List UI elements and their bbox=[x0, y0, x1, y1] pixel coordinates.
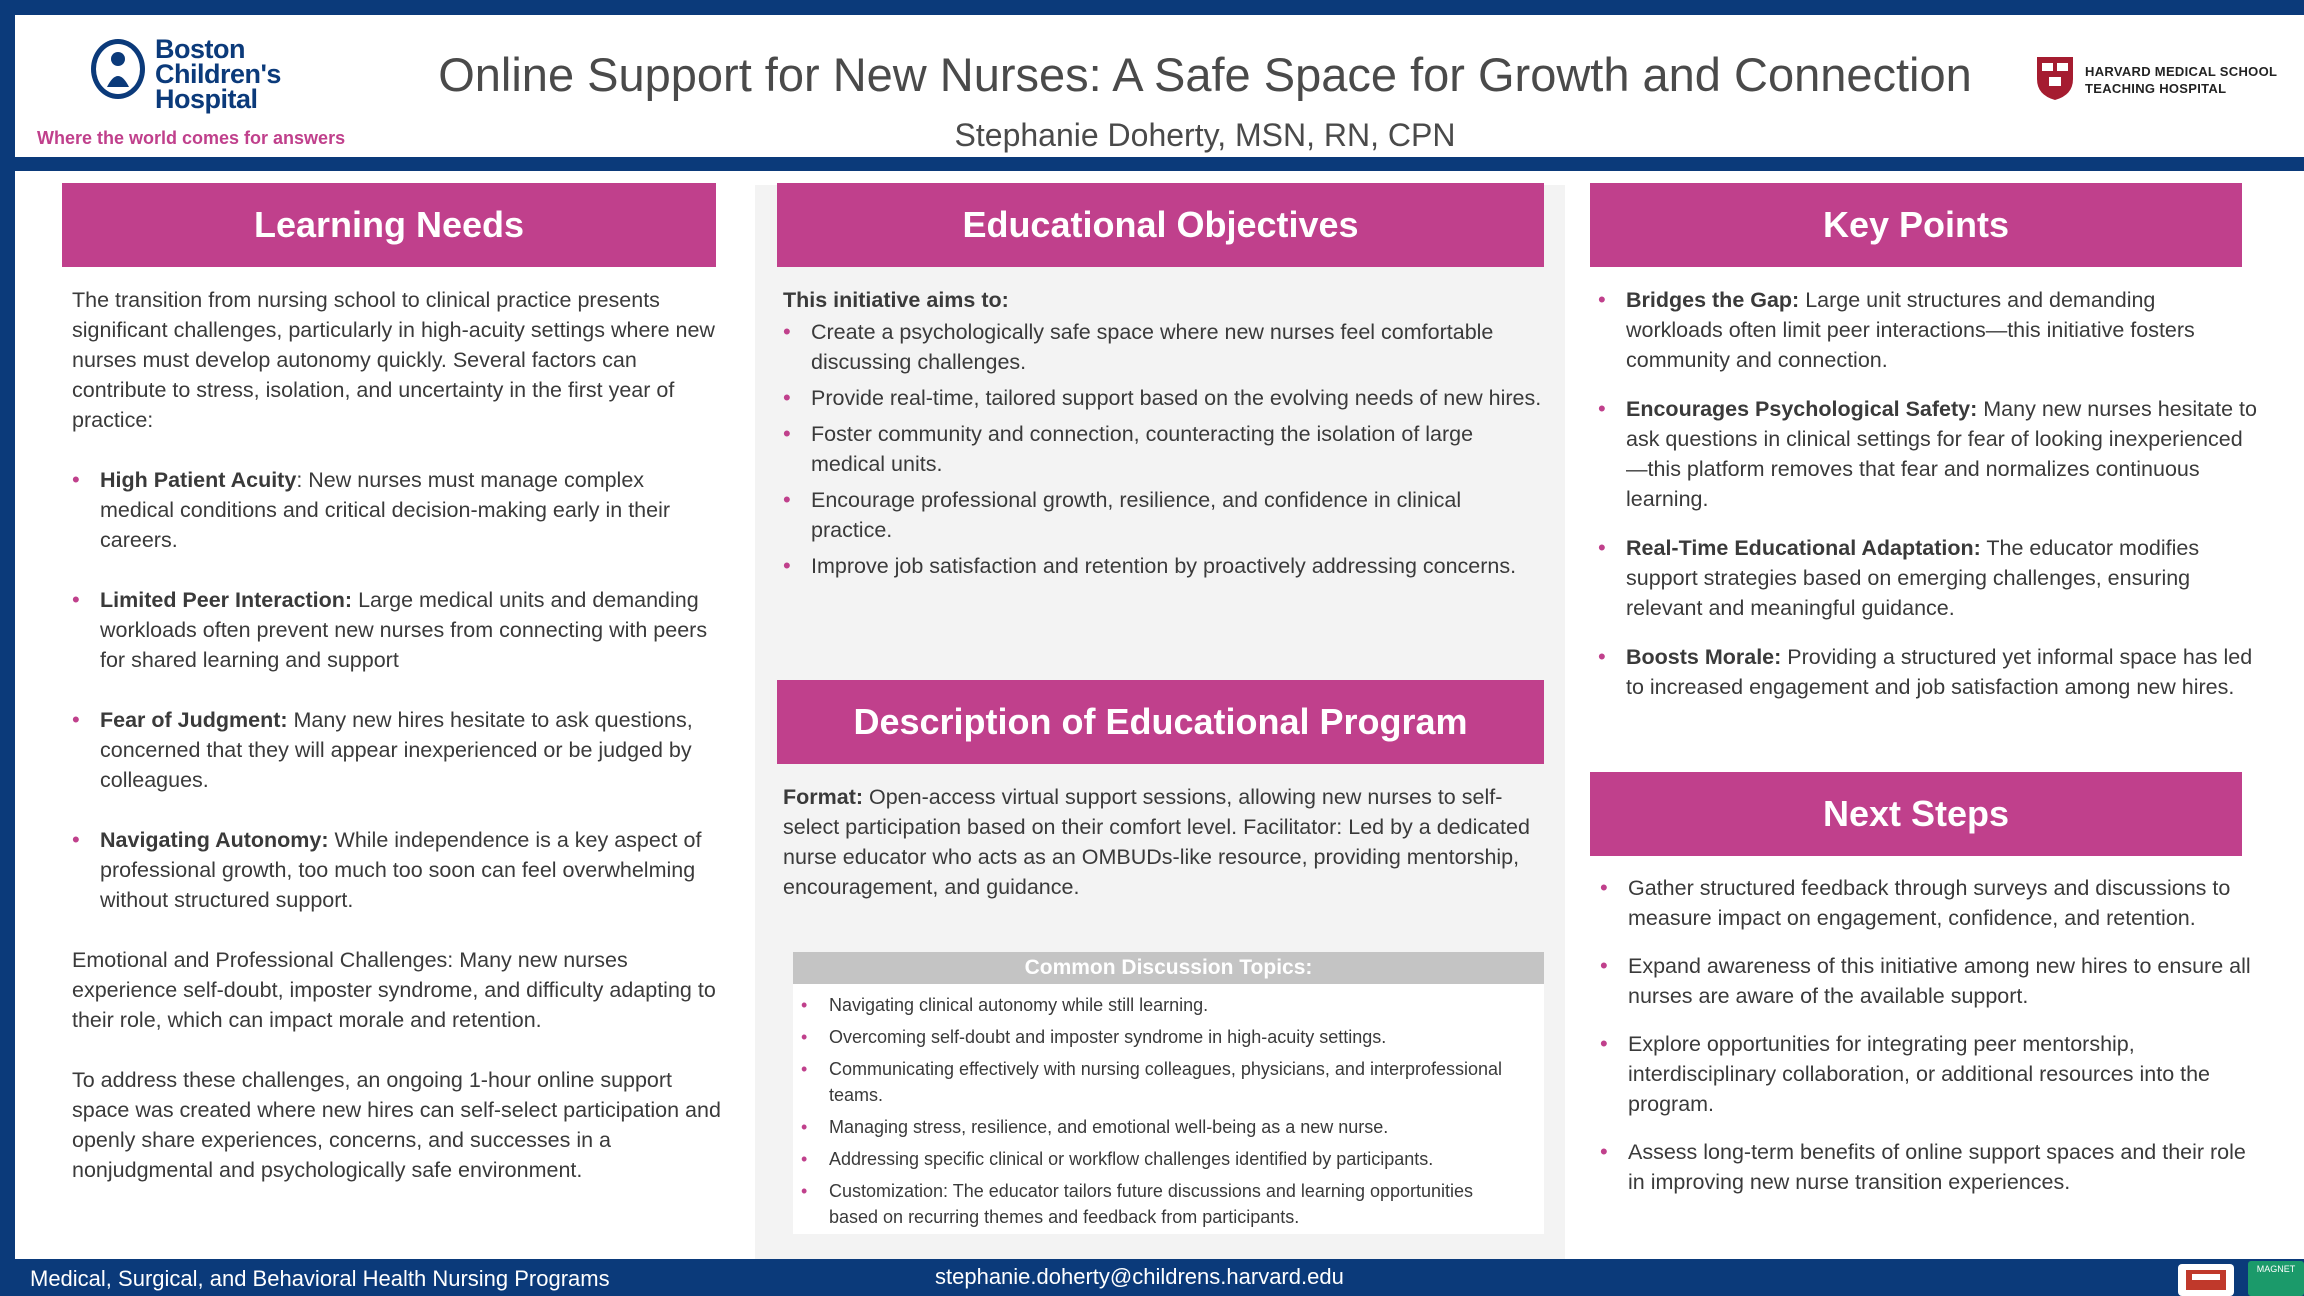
item-label: Navigating Autonomy: bbox=[100, 828, 329, 852]
program-heading: Description of Educational Program bbox=[777, 680, 1544, 764]
learning-needs-intro: The transition from nursing school to cl… bbox=[72, 288, 715, 432]
next-steps-body: Gather structured feedback through surve… bbox=[1600, 873, 2260, 1215]
poster-author: Stephanie Doherty, MSN, RN, CPN bbox=[954, 117, 1456, 153]
shield-icon bbox=[2037, 57, 2073, 100]
hms-line: HARVARD MEDICAL SCHOOL bbox=[2085, 64, 2278, 79]
topics-panel: Navigating clinical autonomy while still… bbox=[793, 984, 1544, 1234]
key-points-body: Bridges the Gap: Large unit structures a… bbox=[1598, 285, 2258, 721]
learning-needs-para2: Emotional and Professional Challenges: M… bbox=[72, 948, 716, 1032]
item-label: Boosts Morale: bbox=[1626, 645, 1782, 669]
list-item: Navigating clinical autonomy while still… bbox=[801, 992, 1524, 1018]
list-item: Encourage professional growth, resilienc… bbox=[783, 485, 1543, 545]
list-item: Managing stress, resilience, and emotion… bbox=[801, 1114, 1524, 1140]
format-text: Open-access virtual support sessions, al… bbox=[783, 785, 1530, 899]
hms-line: TEACHING HOSPITAL bbox=[2085, 81, 2227, 96]
list-item: Real-Time Educational Adaptation: The ed… bbox=[1598, 533, 2258, 623]
list-item: Provide real-time, tailored support base… bbox=[783, 383, 1543, 413]
objectives-list: Create a psychologically safe space wher… bbox=[783, 317, 1543, 581]
award-badge-icon bbox=[2178, 1264, 2234, 1296]
list-item: Create a psychologically safe space wher… bbox=[783, 317, 1543, 377]
learning-needs-body: The transition from nursing school to cl… bbox=[72, 285, 722, 1215]
footer-department: Medical, Surgical, and Behavioral Health… bbox=[30, 1266, 610, 1291]
list-item: Explore opportunities for integrating pe… bbox=[1600, 1029, 2260, 1119]
award-shape bbox=[2186, 1270, 2226, 1290]
item-label: High Patient Acuity bbox=[100, 468, 297, 492]
header: Boston Children's Hospital Where the wor… bbox=[15, 15, 2304, 155]
list-item: Foster community and connection, counter… bbox=[783, 419, 1543, 479]
harvard-medical-school-logo: HARVARD MEDICAL SCHOOL TEACHING HOSPITAL bbox=[2035, 55, 2295, 115]
learning-needs-heading: Learning Needs bbox=[62, 183, 716, 267]
footer: Medical, Surgical, and Behavioral Health… bbox=[0, 1259, 2304, 1296]
objectives-body: This initiative aims to: Create a psycho… bbox=[783, 285, 1543, 587]
topics-heading: Common Discussion Topics: bbox=[793, 952, 1544, 984]
magnet-badge-text: MAGNET bbox=[2256, 1264, 2296, 1274]
list-item: Fear of Judgment: Many new hires hesitat… bbox=[72, 705, 722, 795]
poster: Boston Children's Hospital Where the wor… bbox=[15, 15, 2304, 1275]
list-item: Assess long-term benefits of online supp… bbox=[1600, 1137, 2260, 1197]
header-divider bbox=[15, 157, 2304, 171]
list-item: Communicating effectively with nursing c… bbox=[801, 1056, 1524, 1108]
poster-title: Online Support for New Nurses: A Safe Sp… bbox=[438, 48, 1972, 101]
hms-text: HARVARD MEDICAL SCHOOL TEACHING HOSPITAL bbox=[2085, 63, 2277, 97]
org-name: Boston Children's Hospital bbox=[155, 36, 281, 114]
list-item: Encourages Psychological Safety: Many ne… bbox=[1598, 394, 2258, 514]
list-item: Gather structured feedback through surve… bbox=[1600, 873, 2260, 933]
list-item: Navigating Autonomy: While independence … bbox=[72, 825, 722, 915]
key-points-list: Bridges the Gap: Large unit structures a… bbox=[1598, 285, 2258, 702]
item-label: Limited Peer Interaction: bbox=[100, 588, 353, 612]
item-label: Real-Time Educational Adaptation: bbox=[1626, 536, 1981, 560]
next-steps-list: Gather structured feedback through surve… bbox=[1600, 873, 2260, 1197]
list-item: Expand awareness of this initiative amon… bbox=[1600, 951, 2260, 1011]
format-label: Format: bbox=[783, 785, 864, 809]
list-item: Improve job satisfaction and retention b… bbox=[783, 551, 1543, 581]
item-label: Bridges the Gap: bbox=[1626, 288, 1800, 312]
objectives-heading: Educational Objectives bbox=[777, 183, 1544, 267]
footer-email[interactable]: stephanie.doherty@childrens.harvard.edu bbox=[935, 1264, 1344, 1290]
seal-icon bbox=[91, 39, 145, 99]
list-item: Overcoming self-doubt and imposter syndr… bbox=[801, 1024, 1524, 1050]
objectives-lead: This initiative aims to: bbox=[783, 288, 1009, 312]
list-item: Addressing specific clinical or workflow… bbox=[801, 1146, 1524, 1172]
key-points-heading: Key Points bbox=[1590, 183, 2242, 267]
program-format: Format: Open-access virtual support sess… bbox=[783, 782, 1543, 912]
learning-needs-list: High Patient Acuity: New nurses must man… bbox=[72, 465, 722, 915]
item-label: Fear of Judgment: bbox=[100, 708, 288, 732]
next-steps-heading: Next Steps bbox=[1590, 772, 2242, 856]
item-label: Encourages Psychological Safety: bbox=[1626, 397, 1978, 421]
list-item: Customization: The educator tailors futu… bbox=[801, 1178, 1524, 1230]
list-item: High Patient Acuity: New nurses must man… bbox=[72, 465, 722, 555]
magnet-badge: MAGNET bbox=[2248, 1261, 2304, 1296]
learning-needs-para3: To address these challenges, an ongoing … bbox=[72, 1068, 721, 1182]
list-item: Bridges the Gap: Large unit structures a… bbox=[1598, 285, 2258, 375]
list-item: Limited Peer Interaction: Large medical … bbox=[72, 585, 722, 675]
list-item: Boosts Morale: Providing a structured ye… bbox=[1598, 642, 2258, 702]
topics-list: Navigating clinical autonomy while still… bbox=[801, 992, 1524, 1230]
org-name-line: Hospital bbox=[155, 84, 258, 114]
boston-childrens-logo: Boston Children's Hospital bbox=[89, 27, 319, 127]
tagline: Where the world comes for answers bbox=[37, 128, 346, 148]
